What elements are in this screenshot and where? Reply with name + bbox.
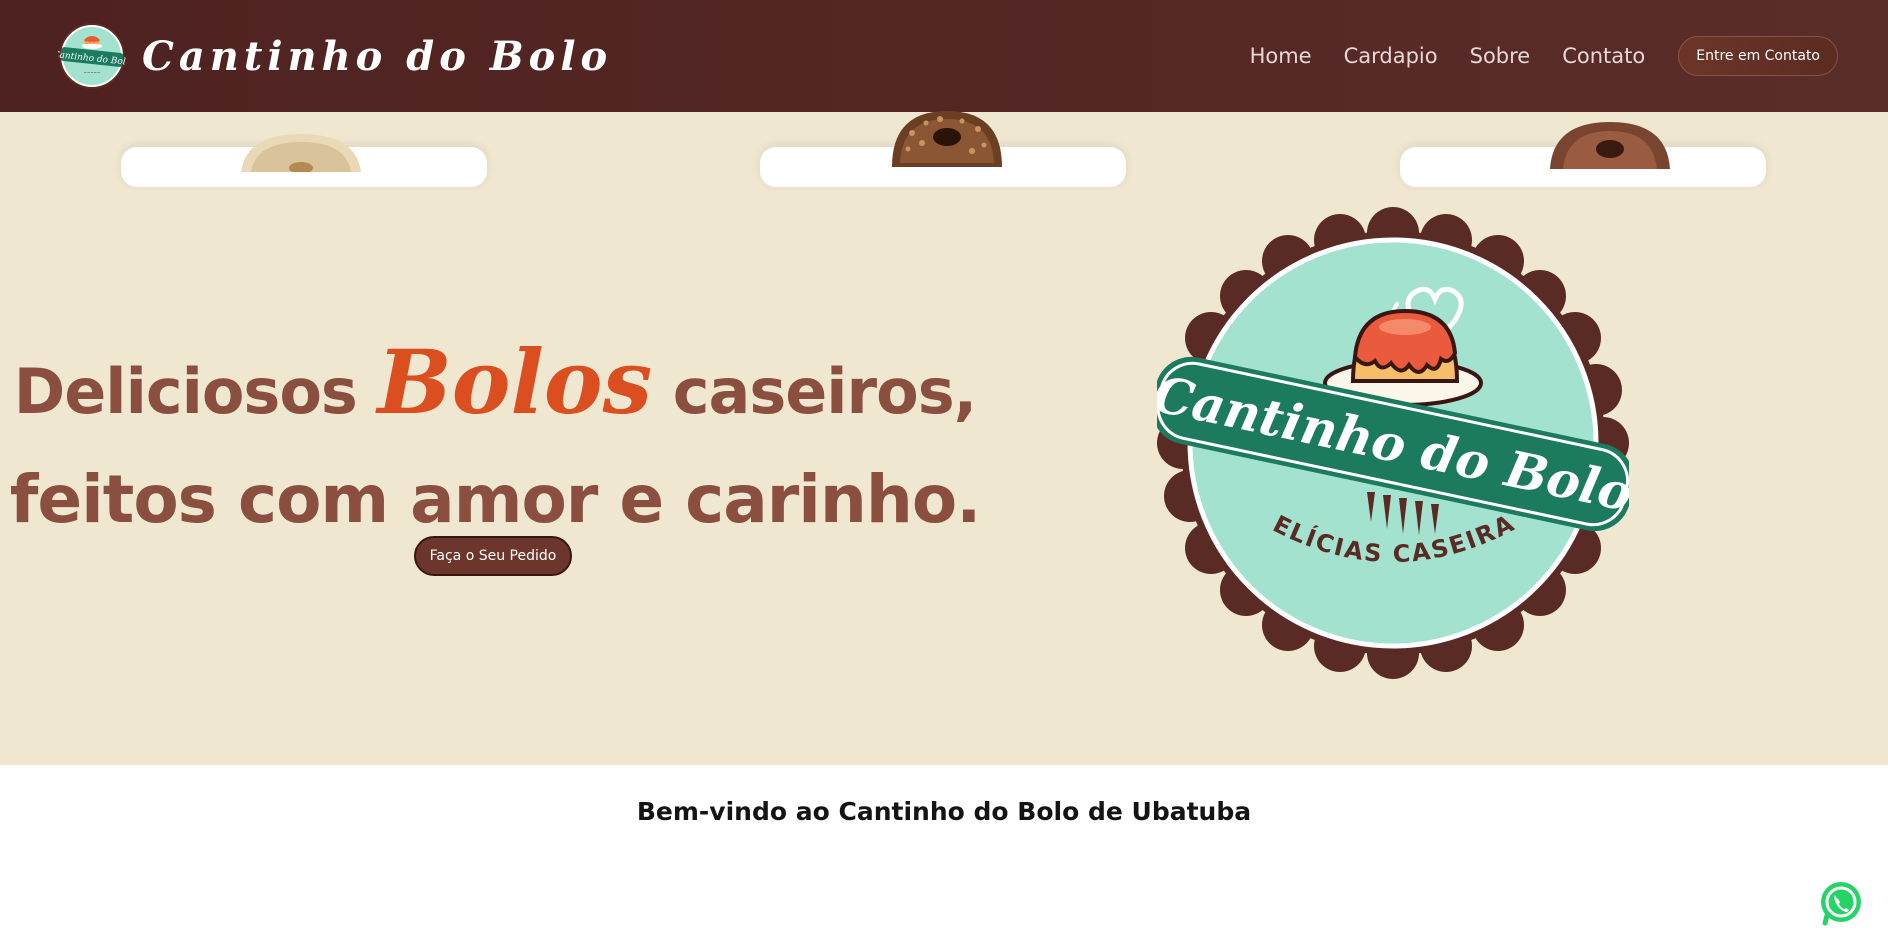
nav-link-sobre[interactable]: Sobre	[1470, 44, 1531, 68]
hero-title-line-1: Deliciosos Bolos caseiros,	[0, 332, 990, 442]
cake-image-chocolate-2	[1550, 122, 1670, 169]
nav-link-contato[interactable]: Contato	[1562, 44, 1645, 68]
hero-title-word-2: caseiros,	[672, 355, 977, 428]
hero-title-accent: Bolos	[377, 330, 653, 434]
brand-logo[interactable]: Cantinho do Bolo ~~~~~	[58, 22, 126, 90]
main-nav: Home Cardapio Sobre Contato Entre em Con…	[1250, 36, 1838, 76]
cake-image-chocolate	[892, 111, 1002, 167]
nav-link-cardapio[interactable]: Cardapio	[1344, 44, 1438, 68]
contact-button[interactable]: Entre em Contato	[1678, 36, 1838, 76]
hero-section: Deliciosos Bolos caseiros, feitos com am…	[0, 112, 1888, 765]
svg-text:~~~~~: ~~~~~	[84, 70, 101, 75]
whatsapp-icon[interactable]	[1816, 878, 1866, 928]
welcome-section: Bem-vindo ao Cantinho do Bolo de Ubatuba	[0, 765, 1888, 930]
welcome-title: Bem-vindo ao Cantinho do Bolo de Ubatuba	[636, 797, 1252, 826]
hero-title-line-2: feitos com amor e carinho.	[9, 461, 982, 538]
hero-logo: Cantinho do Bolo DELÍCIAS CASEIRAS	[1157, 207, 1629, 679]
hero-title: Deliciosos Bolos caseiros, feitos com am…	[0, 332, 990, 550]
hero-title-word-1: Deliciosos	[13, 355, 358, 428]
site-header: Cantinho do Bolo ~~~~~ Cantinho do Bolo …	[0, 0, 1888, 112]
order-button[interactable]: Faça o Seu Pedido	[414, 536, 572, 576]
brand-name[interactable]: Cantinho do Bolo	[142, 33, 612, 80]
cake-image-vanilla	[241, 134, 361, 172]
brand[interactable]: Cantinho do Bolo ~~~~~ Cantinho do Bolo	[58, 22, 612, 90]
nav-link-home[interactable]: Home	[1250, 44, 1312, 68]
